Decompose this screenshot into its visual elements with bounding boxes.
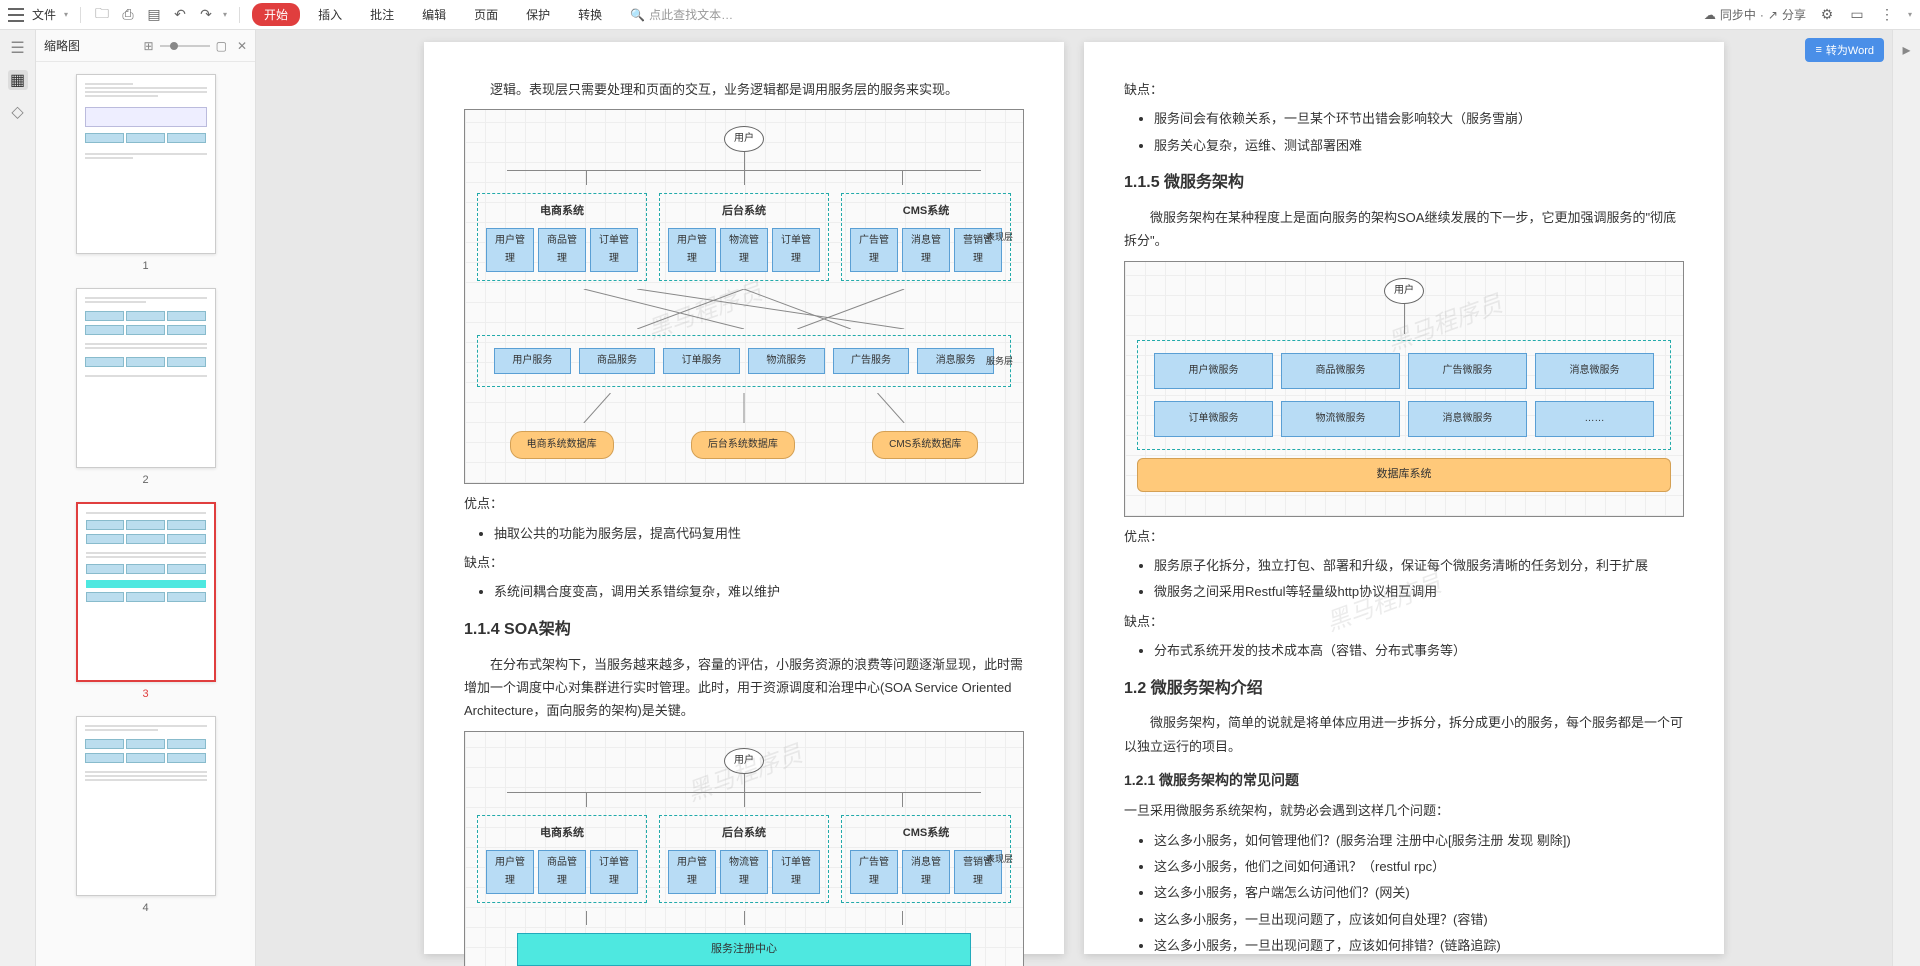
share-icon: ↗: [1768, 8, 1778, 22]
tab-insert[interactable]: 插入: [308, 2, 352, 27]
service-registry-node: 服务注册中心: [517, 933, 971, 966]
list-item: 这么多小服务，客户端怎么访问他们？(网关): [1154, 881, 1684, 904]
left-rail: ☰ ▦ ◇: [0, 30, 36, 966]
thumb-page-number: 1: [48, 260, 243, 272]
heading-114: 1.1.4 SOA架构: [464, 616, 1024, 645]
convert-to-word-button[interactable]: ≡ 转为Word: [1805, 38, 1884, 62]
section-label: 优点：: [464, 492, 1024, 515]
search-input[interactable]: 🔍 点此查找文本…: [630, 6, 733, 23]
thumbnail-page-2[interactable]: 2: [48, 288, 243, 486]
chevron-down-icon: ▾: [64, 10, 68, 19]
thumb-page-number: 2: [48, 474, 243, 486]
diagram-user-node: 用户: [1384, 278, 1424, 304]
section-label: 缺点：: [1124, 78, 1684, 101]
body-text: 在分布式架构下，当服务越来越多，容量的评估，小服务资源的浪费等问题逐渐显现，此时…: [464, 653, 1024, 723]
thumb-page-number: 3: [48, 688, 243, 700]
chevron-down-icon: ▾: [1908, 10, 1912, 19]
gear-icon[interactable]: ⚙: [1818, 7, 1836, 23]
heading-115: 1.1.5 微服务架构: [1124, 169, 1684, 198]
list-item: 服务关心复杂，运维、测试部署困难: [1154, 134, 1684, 157]
save-icon[interactable]: ▤: [145, 7, 163, 23]
architecture-diagram-2: 黑马程序员 用户 电商系统用户管理商品管理订单管理 后台系统用户管理物流管理订单…: [464, 731, 1024, 966]
redo-icon[interactable]: ↷: [197, 7, 215, 23]
diagram-user-node: 用户: [724, 748, 764, 774]
document-canvas[interactable]: ≡ 转为Word 逻辑。表现层只需要处理和页面的交互，业务逻辑都是调用服务层的服…: [256, 30, 1892, 966]
search-icon: 🔍: [630, 8, 645, 22]
list-item: 这么多小服务，一旦出现问题了，应该如何排错？(链路追踪): [1154, 934, 1684, 957]
list-item: 这么多小服务，一旦出现问题了，应该如何自处理？(容错): [1154, 908, 1684, 931]
list-item: 分布式系统开发的技术成本高（容错、分布式事务等）: [1154, 639, 1684, 662]
thumbnail-page-4[interactable]: 4: [48, 716, 243, 914]
open-folder-icon[interactable]: 🗀: [93, 7, 111, 23]
body-text: 一旦采用微服务系统架构，就势必会遇到这样几个问题：: [1124, 799, 1684, 822]
tab-edit[interactable]: 编辑: [412, 2, 456, 27]
tab-start[interactable]: 开始: [252, 3, 300, 26]
body-text: 逻辑。表现层只需要处理和页面的交互，业务逻辑都是调用服务层的服务来实现。: [464, 78, 1024, 101]
body-text: 微服务架构在某种程度上是面向服务的架构SOA继续发展的下一步，它更加强调服务的"…: [1124, 206, 1684, 253]
list-item: 服务间会有依赖关系，一旦某个环节出错会影响较大（服务雪崩）: [1154, 107, 1684, 130]
heading-12: 1.2 微服务架构介绍: [1124, 675, 1684, 704]
list-item: 服务原子化拆分，独立打包、部署和升级，保证每个微服务清晰的任务划分，利于扩展: [1154, 554, 1684, 577]
tab-annotate[interactable]: 批注: [360, 2, 404, 27]
zoom-slider[interactable]: [160, 45, 210, 47]
diagram-user-node: 用户: [724, 126, 764, 152]
list-item: 这么多小服务，如何管理他们？(服务治理 注册中心[服务注册 发现 剔除]): [1154, 829, 1684, 852]
message-icon[interactable]: ▭: [1848, 7, 1866, 23]
list-item: 系统间耦合度变高，调用关系错综复杂，难以维护: [494, 580, 1024, 603]
menubar: 文件 ▾ 🗀 ⎙ ▤ ↶ ↷ ▾ 开始 插入 批注 编辑 页面 保护 转换 🔍 …: [0, 0, 1920, 30]
file-menu[interactable]: 文件: [32, 6, 56, 23]
tag-icon[interactable]: ◇: [8, 102, 28, 122]
close-icon[interactable]: ✕: [237, 39, 247, 53]
outline-icon[interactable]: ☰: [8, 38, 28, 58]
tab-protect[interactable]: 保护: [516, 2, 560, 27]
database-node: 数据库系统: [1137, 458, 1671, 492]
chevron-down-icon: ▾: [223, 10, 227, 19]
section-label: 优点：: [1124, 525, 1684, 548]
sync-status[interactable]: ☁ 同步中 · ↗ 分享: [1704, 6, 1806, 23]
thumbnail-page-3[interactable]: 3: [48, 502, 243, 700]
list-item: 微服务之间采用Restful等轻量级http协议相互调用: [1154, 580, 1684, 603]
section-label: 缺点：: [1124, 610, 1684, 633]
document-page-left: 逻辑。表现层只需要处理和页面的交互，业务逻辑都是调用服务层的服务来实现。 黑马程…: [424, 42, 1064, 954]
list-item: 抽取公共的功能为服务层，提高代码复用性: [494, 522, 1024, 545]
word-icon: ≡: [1815, 44, 1821, 56]
thumbnail-panel: 缩略图 ⊞ ▢ ✕ 1 2 3: [36, 30, 256, 966]
microservice-diagram: 黑马程序员 用户 用户微服务商品微服务广告微服务消息微服务 订单微服务物流微服务…: [1124, 261, 1684, 517]
thumbnail-list: 1 2 3 4: [36, 62, 255, 966]
section-label: 缺点：: [464, 551, 1024, 574]
document-page-right: 缺点： 服务间会有依赖关系，一旦某个环节出错会影响较大（服务雪崩） 服务关心复杂…: [1084, 42, 1724, 954]
list-item: 这么多小服务，他们之间如何通讯？（restful rpc）: [1154, 855, 1684, 878]
cloud-icon: ☁: [1704, 8, 1716, 22]
image-icon[interactable]: ▢: [216, 39, 227, 53]
print-icon[interactable]: ⎙: [119, 7, 137, 23]
tab-page[interactable]: 页面: [464, 2, 508, 27]
more-icon[interactable]: ⋮: [1878, 7, 1896, 23]
thumbnail-page-1[interactable]: 1: [48, 74, 243, 272]
collapse-icon[interactable]: ▸: [1897, 40, 1917, 60]
thumb-page-number: 4: [48, 902, 243, 914]
undo-icon[interactable]: ↶: [171, 7, 189, 23]
thumbnail-title: 缩略图: [44, 37, 80, 54]
grid-icon[interactable]: ⊞: [144, 39, 154, 53]
tab-convert[interactable]: 转换: [568, 2, 612, 27]
heading-121: 1.2.1 微服务架构的常见问题: [1124, 768, 1684, 793]
hamburger-icon[interactable]: [8, 8, 24, 22]
body-text: 微服务架构，简单的说就是将单体应用进一步拆分，拆分成更小的服务，每个服务都是一个…: [1124, 711, 1684, 758]
right-rail: ▸: [1892, 30, 1920, 966]
architecture-diagram-1: 黑马程序员 用户 电商系统用户管理商品管理订单管理 后台系统用户管理物流管理订单…: [464, 109, 1024, 484]
thumbnail-icon[interactable]: ▦: [8, 70, 28, 90]
